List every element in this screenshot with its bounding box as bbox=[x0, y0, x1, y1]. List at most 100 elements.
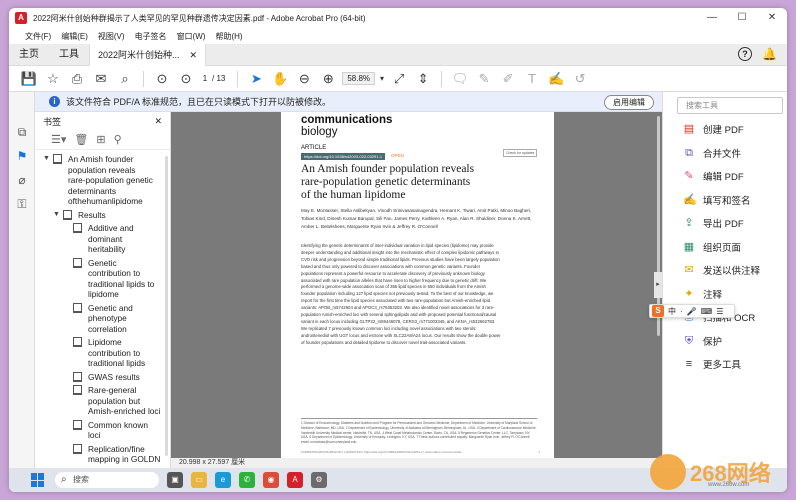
attachments-panel-icon[interactable]: ⌀ bbox=[9, 168, 35, 192]
check-updates-badge[interactable]: Check for updates bbox=[503, 149, 538, 157]
acrobat-taskbar-icon[interactable]: A bbox=[287, 472, 303, 488]
document-scrollbar[interactable] bbox=[657, 116, 660, 336]
tool-item[interactable]: ≡ 更多工具 bbox=[683, 357, 741, 371]
tab-tools[interactable]: 工具 bbox=[49, 44, 89, 66]
hand-tool-icon[interactable]: ✋ bbox=[268, 69, 292, 89]
search-icon[interactable]: ⌕ bbox=[113, 69, 137, 89]
page-total: / 13 bbox=[212, 74, 226, 83]
document-viewer[interactable]: communications biology ARTICLE https://d… bbox=[171, 112, 662, 458]
tool-item[interactable]: ✉ 发送以供注释 bbox=[683, 263, 760, 277]
stamp-tool-icon[interactable]: ✍ bbox=[544, 69, 568, 89]
text-tool-icon[interactable]: T bbox=[520, 69, 544, 89]
undo-icon[interactable]: ↺ bbox=[568, 69, 592, 89]
delete-bookmark-icon[interactable]: 🗑 bbox=[74, 133, 88, 146]
bookmark-star-icon[interactable]: ☆ bbox=[41, 69, 65, 89]
tab-home[interactable]: 主页 bbox=[9, 44, 49, 66]
bookmarks-panel-icon[interactable]: ⚑ bbox=[9, 144, 35, 168]
save-icon[interactable]: 💾 bbox=[17, 69, 41, 89]
wechat-icon[interactable]: ✆ bbox=[239, 472, 255, 488]
email-icon[interactable]: ✉ bbox=[89, 69, 113, 89]
article-type: ARTICLE bbox=[301, 145, 327, 151]
tool-item[interactable]: ✎ 编辑 PDF bbox=[683, 169, 743, 183]
draw-tool-icon[interactable]: ✐ bbox=[496, 69, 520, 89]
zoom-out-icon[interactable]: ⊖ bbox=[292, 69, 316, 89]
pages-panel-icon[interactable]: ⧉ bbox=[9, 120, 35, 144]
tool-item[interactable]: ✍ 填写和签名 bbox=[683, 193, 751, 207]
ime-voice-icon[interactable]: 🎤 bbox=[687, 307, 697, 316]
tab-document[interactable]: 2022阿米什创始种... ✕ bbox=[89, 43, 207, 66]
new-bookmark-icon[interactable]: ⊞ bbox=[96, 133, 105, 146]
tool-item[interactable]: ▤ 创建 PDF bbox=[683, 122, 744, 136]
bookmark-item[interactable]: ▼ Results bbox=[35, 209, 170, 221]
edge-browser-icon[interactable]: e bbox=[215, 472, 231, 488]
search-tools-input[interactable]: 搜索工具 bbox=[677, 97, 783, 114]
bookmark-item[interactable]: ▼ An Amish founder population reveals rar… bbox=[35, 154, 170, 207]
chevron-down-icon[interactable]: ▾ bbox=[377, 69, 387, 89]
bookmark-item[interactable]: GWAS results bbox=[35, 371, 170, 383]
bookmark-icon bbox=[73, 385, 82, 395]
chevron-down-icon[interactable]: ▼ bbox=[53, 210, 61, 221]
minimize-button[interactable]: — bbox=[697, 8, 727, 28]
ime-toolbar[interactable]: S 中 · 🎤 ⌨ ☰ bbox=[649, 304, 735, 318]
find-bookmark-icon[interactable]: ⚲ bbox=[114, 133, 122, 146]
prev-page-icon[interactable]: ⊙ bbox=[150, 69, 174, 89]
close-button[interactable]: ✕ bbox=[757, 8, 787, 28]
comment-tool-icon[interactable]: 🗨 bbox=[448, 69, 472, 89]
toolbar-divider bbox=[143, 70, 144, 87]
tool-item[interactable]: ⛨ 保护 bbox=[683, 334, 722, 348]
bell-icon[interactable]: 🔔 bbox=[762, 47, 777, 61]
bookmarks-scrollbar[interactable] bbox=[165, 156, 168, 456]
ime-menu-icon[interactable]: ☰ bbox=[716, 307, 723, 316]
toolbar-divider bbox=[441, 70, 443, 87]
zoom-level-select[interactable]: 58.8% bbox=[342, 72, 376, 85]
tool-item[interactable]: ✦ 注释 bbox=[683, 287, 722, 301]
scroll-mode-icon[interactable]: ⇕ bbox=[411, 69, 435, 89]
doi-badge[interactable]: https://doi.org/10.1038/s42003-022-03291… bbox=[301, 153, 386, 160]
close-tab-icon[interactable]: ✕ bbox=[190, 44, 198, 66]
page-number-input[interactable]: 1 bbox=[198, 74, 212, 83]
bookmark-item[interactable]: Common known loci bbox=[35, 419, 170, 441]
enable-editing-button[interactable]: 启用编辑 bbox=[604, 95, 654, 110]
menu-help[interactable]: 帮助(H) bbox=[215, 31, 242, 42]
bookmark-item[interactable]: Additive and dominant heritability bbox=[35, 223, 170, 255]
bookmark-item[interactable]: Rare-general population but Amish-enrich… bbox=[35, 385, 170, 417]
next-page-icon[interactable]: ⊙ bbox=[174, 69, 198, 89]
task-view-icon[interactable]: ▣ bbox=[167, 472, 183, 488]
bookmark-options-icon[interactable]: ☰▾ bbox=[51, 133, 66, 146]
select-cursor-icon[interactable]: ➤ bbox=[244, 69, 268, 89]
collapse-right-panel-icon[interactable]: ▸ bbox=[654, 272, 662, 298]
windows-start-icon[interactable] bbox=[31, 473, 45, 487]
chrome-icon[interactable]: ◉ bbox=[263, 472, 279, 488]
file-explorer-icon[interactable]: ▭ bbox=[191, 472, 207, 488]
ime-mode-label[interactable]: 中 bbox=[668, 306, 676, 317]
bookmark-item[interactable]: Genetic and phenotype correlation bbox=[35, 302, 170, 335]
bookmarks-header: 书签 ✕ bbox=[35, 112, 170, 130]
chevron-down-icon[interactable]: ▼ bbox=[43, 154, 51, 165]
menu-file[interactable]: 文件(F) bbox=[25, 31, 51, 42]
settings-icon[interactable]: ⚙ bbox=[311, 472, 327, 488]
bookmark-item[interactable]: Replication/fine mapping in GOLDN bbox=[35, 443, 170, 465]
accessibility-panel-icon[interactable]: ⚿ bbox=[9, 192, 35, 216]
fit-page-icon[interactable]: ⤢ bbox=[387, 69, 411, 89]
menu-edit[interactable]: 编辑(E) bbox=[61, 31, 88, 42]
zoom-in-icon[interactable]: ⊕ bbox=[316, 69, 340, 89]
ime-punctuation-icon[interactable]: · bbox=[680, 307, 683, 316]
fill-sign-icon: ✍ bbox=[683, 193, 697, 206]
menu-window[interactable]: 窗口(W) bbox=[177, 31, 206, 42]
page-number: 1 bbox=[538, 450, 540, 454]
help-icon[interactable]: ? bbox=[738, 47, 753, 61]
highlight-tool-icon[interactable]: ✎ bbox=[472, 69, 496, 89]
tool-label: 创建 PDF bbox=[703, 125, 744, 136]
taskbar-search[interactable]: 搜索 bbox=[55, 472, 159, 488]
ime-keyboard-icon[interactable]: ⌨ bbox=[701, 307, 713, 316]
maximize-button[interactable]: ☐ bbox=[727, 8, 757, 28]
bookmark-item[interactable]: Genetic contribution to traditional lipi… bbox=[35, 257, 170, 300]
bookmark-item[interactable]: Lipidome contribution to traditional lip… bbox=[35, 337, 170, 369]
menu-esign[interactable]: 电子签名 bbox=[135, 31, 167, 42]
tool-item[interactable]: ▦ 组织页面 bbox=[683, 240, 741, 254]
close-panel-icon[interactable]: ✕ bbox=[154, 116, 162, 127]
tool-item[interactable]: ⧉ 合并文件 bbox=[683, 146, 741, 160]
print-icon[interactable]: ⎙ bbox=[65, 69, 89, 89]
tool-item[interactable]: ⇪ 导出 PDF bbox=[683, 216, 743, 230]
menu-view[interactable]: 视图(V) bbox=[98, 31, 125, 42]
